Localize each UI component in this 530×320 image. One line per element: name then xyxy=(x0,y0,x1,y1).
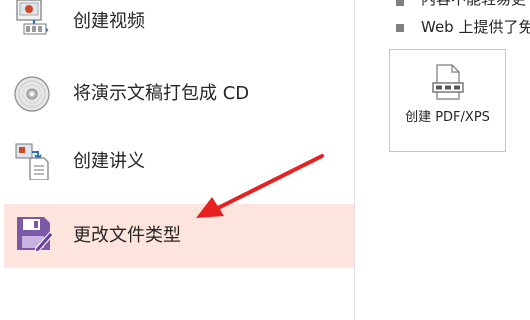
menu-item-change-file-type[interactable]: 更改文件类型 xyxy=(4,204,354,268)
export-options-pane: 创建视频 将演示文稿打包成 CD 创建讲义 更改文件类型 xyxy=(0,0,354,320)
menu-item-label: 创建视频 xyxy=(73,11,145,32)
menu-item-label: 更改文件类型 xyxy=(73,225,181,246)
create-pdf-xps-button[interactable]: 创建 PDF/XPS xyxy=(389,49,506,152)
bullet-marker xyxy=(396,0,404,6)
video-icon xyxy=(16,0,49,35)
menu-item-create-handouts[interactable]: 创建讲义 xyxy=(4,130,354,194)
menu-item-package-cd[interactable]: 将演示文稿打包成 CD xyxy=(4,62,354,126)
bullet-text: 内容不能轻易更 xyxy=(421,0,526,9)
save-disk-icon xyxy=(17,217,54,253)
bullet-text: Web 上提供了免 xyxy=(421,18,530,36)
cd-icon xyxy=(14,76,50,112)
create-pdf-xps-label: 创建 PDF/XPS xyxy=(405,110,490,125)
pdf-document-icon xyxy=(432,64,464,100)
menu-item-label: 将演示文稿打包成 CD xyxy=(73,83,250,104)
detail-pane: 内容不能轻易更 Web 上提供了免 创建 PDF/XPS xyxy=(355,0,530,320)
menu-item-label: 创建讲义 xyxy=(73,151,145,172)
handout-icon xyxy=(15,143,49,180)
bullet-marker xyxy=(396,24,404,32)
menu-item-create-video[interactable]: 创建视频 xyxy=(4,0,354,54)
